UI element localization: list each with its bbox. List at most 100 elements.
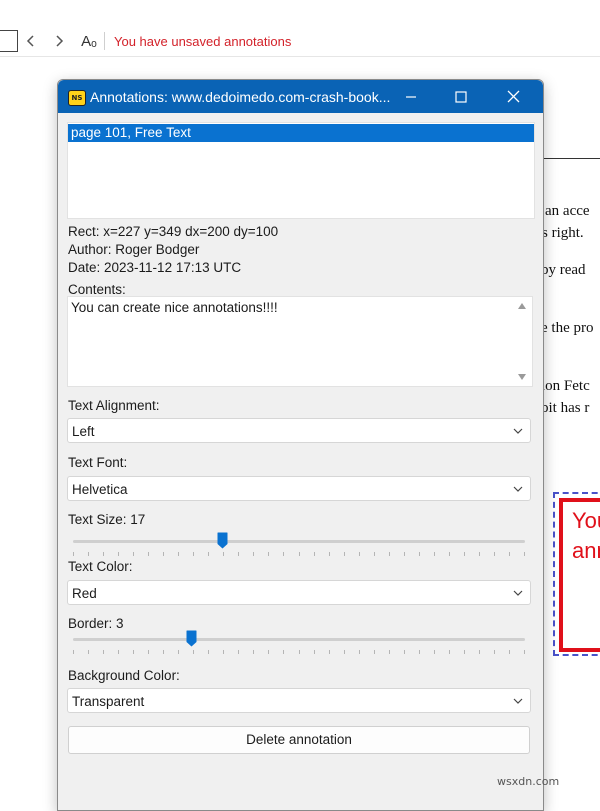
text-font-value: Helvetica: [72, 482, 128, 497]
slider-tick: [208, 650, 210, 654]
main-toolbar: Aₒ You have unsaved annotations: [0, 28, 600, 57]
contents-label: Contents:: [68, 282, 126, 297]
slider-thumb[interactable]: [217, 532, 228, 549]
doc-text-line: by read: [541, 262, 586, 278]
doc-text-line: ion Fetc: [541, 378, 590, 394]
slider-tick: [343, 552, 345, 556]
slider-tick: [238, 650, 240, 654]
author-info: Author: Roger Bodger: [68, 242, 200, 257]
slider-tick: [493, 552, 495, 556]
list-item[interactable]: page 101, Free Text: [68, 124, 534, 142]
slider-tick: [223, 552, 225, 556]
annotation-list[interactable]: page 101, Free Text: [67, 122, 535, 219]
maximize-icon: [455, 90, 467, 103]
text-alignment-value: Left: [72, 424, 95, 439]
slider-thumb[interactable]: [186, 630, 197, 647]
background-color-select[interactable]: Transparent: [67, 688, 531, 713]
background-color-value: Transparent: [72, 694, 145, 709]
slider-tick: [103, 650, 105, 654]
slider-tick: [478, 650, 480, 654]
font-size-button[interactable]: Aₒ: [76, 30, 102, 52]
text-alignment-select[interactable]: Left: [67, 418, 531, 443]
doc-text-line: s right.: [542, 225, 584, 241]
slider-tick: [373, 650, 375, 654]
close-button[interactable]: [490, 80, 536, 113]
slider-tick: [223, 650, 225, 654]
rect-info: Rect: x=227 y=349 dx=200 dy=100: [68, 224, 279, 239]
chevron-down-icon: [513, 590, 523, 596]
slider-tick: [328, 650, 330, 654]
minimize-icon: [406, 95, 416, 98]
slider-tick: [118, 552, 120, 556]
doc-text-line: e the pro: [541, 320, 594, 336]
slider-ticks: [73, 650, 525, 655]
slider-tick: [133, 650, 135, 654]
minimize-button[interactable]: [388, 80, 434, 113]
slider-tick: [238, 552, 240, 556]
border-slider[interactable]: [73, 628, 525, 656]
slider-tick: [358, 552, 360, 556]
watermark: wsxdn.com: [497, 775, 560, 788]
slider-tick: [388, 552, 390, 556]
slider-tick: [358, 650, 360, 654]
slider-tick: [148, 552, 150, 556]
forward-button[interactable]: [48, 30, 70, 52]
slider-tick: [298, 650, 300, 654]
slider-tick: [73, 650, 74, 654]
text-color-select[interactable]: Red: [67, 580, 531, 605]
chevron-down-icon: [513, 486, 523, 492]
slider-tick: [418, 552, 420, 556]
slider-tick: [493, 650, 495, 654]
delete-annotation-button[interactable]: Delete annotation: [68, 726, 530, 754]
dialog-titlebar[interactable]: NS Annotations: www.dedoimedo.com-crash-…: [58, 80, 543, 113]
slider-tick: [524, 650, 525, 654]
text-font-label: Text Font:: [68, 455, 128, 470]
slider-track: [73, 638, 525, 641]
chevron-down-icon: [513, 698, 523, 704]
slider-tick: [88, 650, 90, 654]
slider-tick: [253, 552, 255, 556]
slider-tick: [73, 552, 74, 556]
text-size-slider[interactable]: [73, 530, 525, 558]
slider-tick: [433, 552, 435, 556]
slider-tick: [178, 650, 180, 654]
page-input[interactable]: [0, 30, 18, 52]
slider-tick: [403, 650, 405, 654]
slider-tick: [178, 552, 180, 556]
text-font-select[interactable]: Helvetica: [67, 476, 531, 501]
slider-tick: [373, 552, 375, 556]
chevron-left-icon: [26, 35, 34, 47]
slider-tick: [524, 552, 525, 556]
text-size-label: Text Size: 17: [68, 512, 146, 527]
slider-tick: [283, 552, 285, 556]
slider-tick: [463, 552, 465, 556]
unsaved-status: You have unsaved annotations: [114, 34, 292, 49]
doc-text-line: bit has r: [541, 400, 590, 416]
slider-tick: [328, 552, 330, 556]
slider-tick: [268, 552, 270, 556]
date-info: Date: 2023-11-12 17:13 UTC: [68, 260, 242, 275]
annotations-dialog: NS Annotations: www.dedoimedo.com-crash-…: [57, 79, 544, 811]
slider-tick: [433, 650, 435, 654]
slider-tick: [163, 650, 165, 654]
slider-tick: [478, 552, 480, 556]
slider-tick: [208, 552, 210, 556]
scroll-up-icon[interactable]: [518, 303, 526, 309]
dialog-title: Annotations: www.dedoimedo.com-crash-boo…: [90, 89, 391, 105]
contents-textarea[interactable]: You can create nice annotations!!!!: [67, 296, 533, 387]
free-text-annotation[interactable]: You ann: [553, 492, 600, 656]
slider-tick: [343, 650, 345, 654]
slider-tick: [313, 650, 315, 654]
back-button[interactable]: [20, 30, 42, 52]
slider-tick: [403, 552, 405, 556]
slider-tick: [283, 650, 285, 654]
maximize-button[interactable]: [438, 80, 484, 113]
document-rule: [543, 158, 600, 159]
slider-tick: [163, 552, 165, 556]
app-icon: NS: [68, 90, 86, 106]
slider-tick: [193, 650, 195, 654]
font-size-icon: Aₒ: [81, 32, 97, 50]
scroll-down-icon[interactable]: [518, 374, 526, 380]
slider-tick: [508, 552, 510, 556]
background-color-label: Background Color:: [68, 668, 180, 683]
